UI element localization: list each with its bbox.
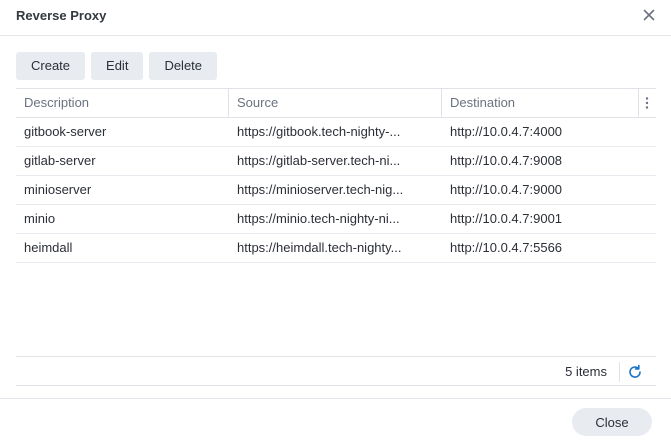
close-icon[interactable]	[641, 7, 657, 23]
cell-description: gitbook-server	[24, 124, 107, 139]
window-title: Reverse Proxy	[16, 8, 107, 23]
table-row[interactable]: gitlab-server https://gitlab-server.tech…	[16, 147, 656, 176]
table-row[interactable]: gitbook-server https://gitbook.tech-nigh…	[16, 118, 656, 147]
toolbar: Create Edit Delete	[16, 52, 218, 80]
title-bar: Reverse Proxy	[0, 0, 671, 36]
column-header-destination[interactable]: Destination	[442, 89, 639, 117]
cell-source: https://minio.tech-nighty-ni...	[237, 211, 400, 226]
cell-destination: http://10.0.4.7:9001	[450, 211, 563, 226]
table-header: Description Source Destination	[16, 89, 656, 118]
table-row[interactable]: minio https://minio.tech-nighty-ni... ht…	[16, 205, 656, 234]
cell-source: https://gitlab-server.tech-ni...	[237, 153, 401, 168]
item-count: 5 items	[565, 364, 607, 379]
table-footer: 5 items	[16, 356, 656, 386]
create-button[interactable]: Create	[16, 52, 86, 80]
column-menu-button[interactable]	[639, 89, 656, 117]
cell-destination: http://10.0.4.7:4000	[450, 124, 563, 139]
edit-button[interactable]: Edit	[91, 52, 144, 80]
cell-destination: http://10.0.4.7:9000	[450, 182, 563, 197]
cell-source: https://minioserver.tech-nig...	[237, 182, 404, 197]
cell-source: https://gitbook.tech-nighty-...	[237, 124, 401, 139]
cell-description: minioserver	[24, 182, 92, 197]
cell-description: minio	[24, 211, 56, 226]
dialog-footer-divider	[0, 398, 671, 399]
column-header-description[interactable]: Description	[16, 89, 229, 117]
cell-destination: http://10.0.4.7:9008	[450, 153, 563, 168]
column-header-source[interactable]: Source	[229, 89, 442, 117]
table-row[interactable]: heimdall https://heimdall.tech-nighty...…	[16, 234, 656, 263]
close-button[interactable]: Close	[572, 408, 652, 436]
cell-destination: http://10.0.4.7:5566	[450, 240, 563, 255]
refresh-icon[interactable]	[627, 364, 643, 380]
more-vertical-icon	[645, 97, 649, 109]
cell-description: gitlab-server	[24, 153, 96, 168]
cell-description: heimdall	[24, 240, 73, 255]
table-row[interactable]: minioserver https://minioserver.tech-nig…	[16, 176, 656, 205]
cell-source: https://heimdall.tech-nighty...	[237, 240, 402, 255]
proxy-table: Description Source Destination gitbook-s…	[16, 88, 656, 263]
footer-divider	[619, 362, 620, 382]
delete-button[interactable]: Delete	[149, 52, 218, 80]
